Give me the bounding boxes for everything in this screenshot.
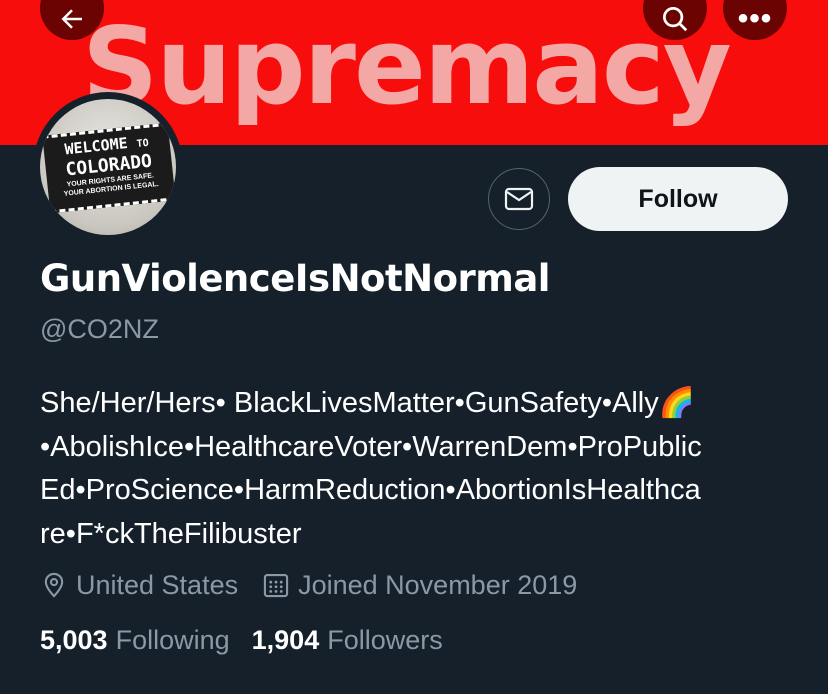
message-button[interactable]	[488, 168, 550, 230]
followers-label: Followers	[327, 625, 443, 655]
bio-line: re•F*ckTheFilibuster	[40, 517, 302, 550]
sign-to: TO	[136, 137, 150, 150]
profile-bio: She/Her/Hers• BlackLivesMatter•GunSafety…	[40, 382, 800, 556]
bio-line: She/Her/Hers• BlackLivesMatter•GunSafety…	[40, 387, 695, 419]
user-handle: @CO2NZ	[40, 314, 159, 344]
follow-stats: 5,003 Following 1,904 Followers	[40, 625, 443, 656]
bio-line: Ed•ProScience•HarmReduction•AbortionIsHe…	[40, 474, 701, 506]
avatar-image: WELCOME TO COLORADO YOUR RIGHTS ARE SAFE…	[40, 99, 176, 235]
profile-meta: United States Joined November 2019	[40, 566, 577, 604]
location-pin-icon	[44, 572, 64, 598]
following-count: 5,003	[40, 625, 108, 655]
location-text: United States	[76, 569, 239, 600]
more-horizontal-icon: •••	[737, 2, 773, 35]
search-icon	[663, 7, 688, 32]
following-label: Following	[115, 625, 230, 655]
followers-link[interactable]: 1,904 Followers	[252, 625, 443, 656]
welcome-sign: WELCOME TO COLORADO YOUR RIGHTS ARE SAFE…	[42, 122, 176, 214]
envelope-icon	[504, 187, 534, 211]
calendar-icon	[263, 574, 289, 598]
follow-button[interactable]: Follow	[568, 167, 788, 231]
avatar[interactable]: WELCOME TO COLORADO YOUR RIGHTS ARE SAFE…	[33, 92, 183, 242]
following-link[interactable]: 5,003 Following	[40, 625, 230, 656]
arrow-left-icon	[61, 9, 82, 29]
display-name: GunViolenceIsNotNormal	[40, 257, 550, 300]
banner-text: Supremacy	[82, 5, 732, 128]
bio-line: •AbolishIce•HealthcareVoter•WarrenDem•Pr…	[40, 430, 702, 463]
joined-date: Joined November 2019	[298, 569, 578, 600]
followers-count: 1,904	[251, 625, 320, 655]
